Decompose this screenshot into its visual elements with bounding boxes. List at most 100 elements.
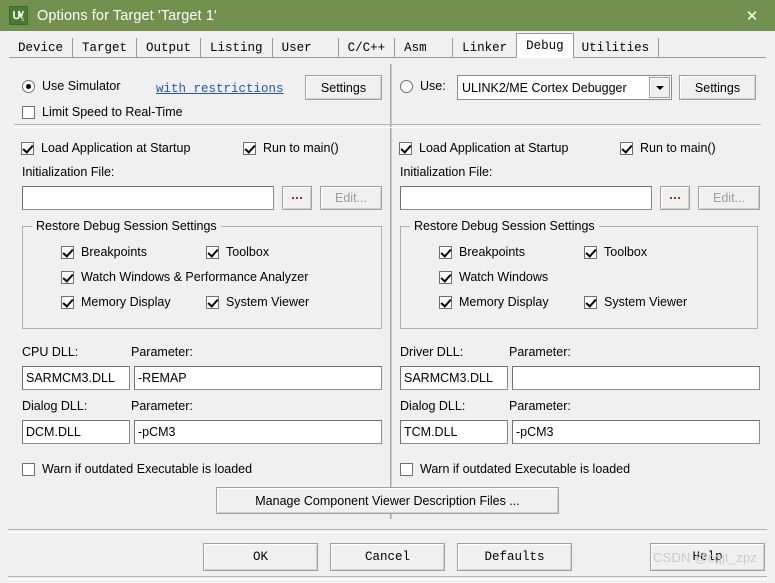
toolbox-checkbox-left[interactable]: Toolbox [206,245,269,259]
cancel-button[interactable]: Cancel [330,543,445,571]
tab-utilities[interactable]: Utilities [572,38,660,58]
divider-top [14,124,761,128]
driver-select-value: ULINK2/ME Cortex Debugger [462,80,627,95]
checkbox-indicator [243,141,256,155]
dialog-parameter-input-left[interactable]: -pCM3 [134,420,382,444]
dialog-parameter-input-right[interactable]: -pCM3 [512,420,760,444]
init-file-input-right[interactable] [400,186,652,210]
checkbox-indicator [439,295,452,309]
checkbox-indicator [439,270,452,284]
ellipsis-icon [292,197,302,199]
run-to-main-label: Run to main() [263,141,339,155]
checkbox-indicator [620,141,633,155]
svg-text:5: 5 [21,17,24,22]
breakpoints-label: Breakpoints [459,245,526,259]
checkbox-indicator [206,295,219,309]
restore-session-legend-right: Restore Debug Session Settings [410,219,599,233]
watermark: CSDN @cqjt_zpz [653,550,758,565]
warn-outdated-checkbox-left[interactable]: Warn if outdated Executable is loaded [22,462,252,476]
panel-divider [390,64,392,519]
load-app-label: Load Application at Startup [419,141,569,155]
load-app-checkbox-right[interactable]: Load Application at Startup [399,141,568,155]
dialog-dll-label-left: Dialog DLL: [22,399,88,413]
watch-windows-checkbox-right[interactable]: Watch Windows [439,270,548,284]
restore-session-group-left: Restore Debug Session Settings Breakpoin… [22,219,382,329]
chevron-down-icon[interactable] [649,77,670,98]
dialog-dll-input-left[interactable]: DCM.DLL [22,420,130,444]
run-to-main-label: Run to main() [640,141,716,155]
driver-select[interactable]: ULINK2/ME Cortex Debugger [457,75,672,100]
radio-indicator [400,79,413,93]
tab-target[interactable]: Target [73,38,138,58]
with-restrictions-link[interactable]: with restrictions [156,82,284,96]
warn-outdated-label-left: Warn if outdated Executable is loaded [42,462,253,476]
driver-dll-label: Driver DLL: [400,345,464,359]
tab-output[interactable]: Output [137,38,202,58]
init-file-input-left[interactable] [22,186,274,210]
restore-session-group-right: Restore Debug Session Settings Breakpoin… [400,219,758,329]
init-file-browse-button-right[interactable] [660,186,690,210]
watch-windows-label: Watch Windows & Performance Analyzer [81,270,309,284]
toolbox-checkbox-right[interactable]: Toolbox [584,245,647,259]
uvision-logo-icon: 5 [9,6,28,25]
limit-speed-label: Limit Speed to Real-Time [42,105,183,119]
title-bar: 5 Options for Target 'Target 1' ✕ [0,0,775,31]
checkbox-indicator [400,462,413,476]
divider-footer [8,576,767,580]
use-simulator-radio[interactable]: Use Simulator [22,79,121,93]
tab-listing[interactable]: Listing [201,38,273,58]
warn-outdated-label-right: Warn if outdated Executable is loaded [420,462,631,476]
dialog-parameter-label-right: Parameter: [509,399,571,413]
cpu-parameter-input[interactable]: -REMAP [134,366,382,390]
manage-component-viewer-button[interactable]: Manage Component Viewer Description File… [216,487,559,514]
init-file-browse-button-left[interactable] [282,186,312,210]
driver-parameter-input[interactable] [512,366,760,390]
tab-strip: Device Target Output Listing User C/C++ … [0,31,775,58]
watch-windows-label: Watch Windows [459,270,549,284]
tab-cpp[interactable]: C/C++ [338,38,396,58]
checkbox-indicator [21,141,34,155]
load-app-label: Load Application at Startup [41,141,191,155]
cpu-dll-input[interactable]: SARMCM3.DLL [22,366,130,390]
breakpoints-checkbox-right[interactable]: Breakpoints [439,245,525,259]
init-file-edit-button-right: Edit... [698,186,760,210]
memory-display-label: Memory Display [459,295,549,309]
memory-display-checkbox-left[interactable]: Memory Display [61,295,171,309]
window-title: Options for Target 'Target 1' [37,7,217,24]
warn-outdated-checkbox-right[interactable]: Warn if outdated Executable is loaded [400,462,630,476]
driver-settings-button[interactable]: Settings [679,75,756,100]
tab-linker[interactable]: Linker [453,38,518,58]
init-file-label-left: Initialization File: [22,165,115,179]
init-file-label-right: Initialization File: [400,165,493,179]
simulator-settings-button[interactable]: Settings [305,75,382,100]
breakpoints-label: Breakpoints [81,245,148,259]
checkbox-indicator [399,141,412,155]
close-icon[interactable]: ✕ [729,0,775,31]
defaults-button[interactable]: Defaults [457,543,572,571]
driver-parameter-label: Parameter: [509,345,571,359]
use-driver-radio[interactable]: Use: [400,79,446,93]
divider-bottom [8,529,767,533]
ok-button[interactable]: OK [203,543,318,571]
driver-dll-input[interactable]: SARMCM3.DLL [400,366,508,390]
dialog-dll-label-right: Dialog DLL: [400,399,466,413]
cpu-dll-label: CPU DLL: [22,345,79,359]
tab-debug[interactable]: Debug [516,33,574,58]
system-viewer-checkbox-left[interactable]: System Viewer [206,295,309,309]
dialog-dll-input-right[interactable]: TCM.DLL [400,420,508,444]
run-to-main-checkbox-right[interactable]: Run to main() [620,141,716,155]
checkbox-indicator [22,105,35,119]
checkbox-indicator [584,295,597,309]
tab-user[interactable]: User [272,38,339,58]
load-app-checkbox-left[interactable]: Load Application at Startup [21,141,190,155]
radio-indicator [22,79,35,93]
watch-windows-checkbox-left[interactable]: Watch Windows & Performance Analyzer [61,270,308,284]
limit-speed-checkbox[interactable]: Limit Speed to Real-Time [22,105,183,119]
memory-display-checkbox-right[interactable]: Memory Display [439,295,549,309]
run-to-main-checkbox-left[interactable]: Run to main() [243,141,339,155]
system-viewer-label: System Viewer [604,295,688,309]
tab-asm[interactable]: Asm [395,38,454,58]
system-viewer-checkbox-right[interactable]: System Viewer [584,295,687,309]
breakpoints-checkbox-left[interactable]: Breakpoints [61,245,147,259]
tab-device[interactable]: Device [9,38,74,58]
